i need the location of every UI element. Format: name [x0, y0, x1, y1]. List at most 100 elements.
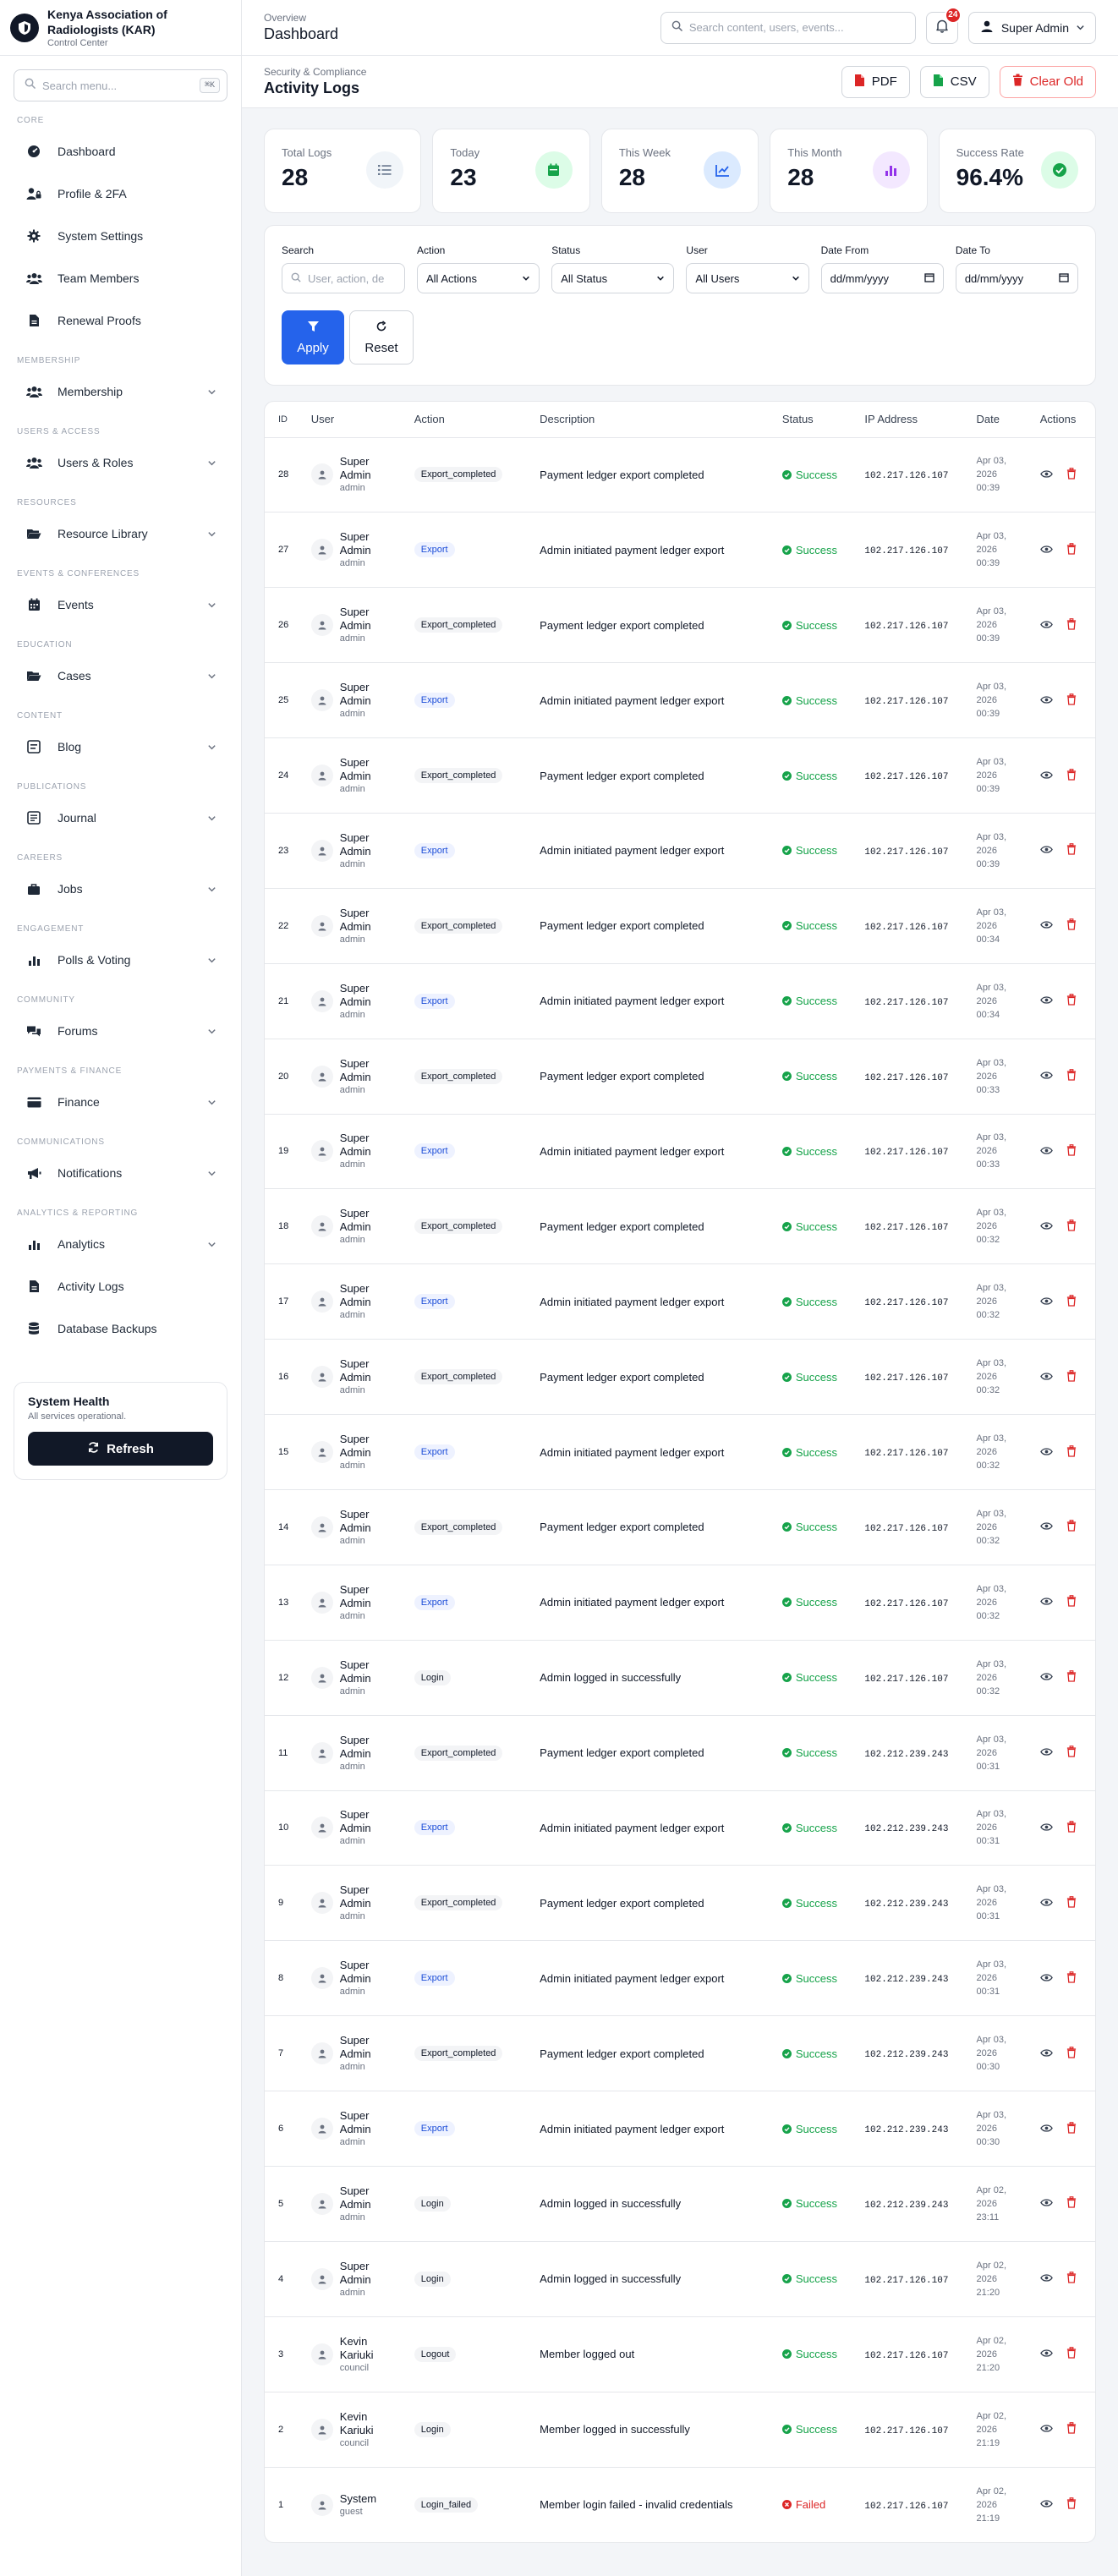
- table-row[interactable]: 14 Super Admin admin Export_completed Paymen…: [265, 1489, 1095, 1565]
- sidebar-item-blog[interactable]: Blog: [14, 727, 227, 766]
- reset-filters-button[interactable]: Reset: [349, 310, 414, 364]
- table-row[interactable]: 24 Super Admin admin Export_completed Paymen…: [265, 737, 1095, 814]
- table-row[interactable]: 6 Super Admin admin Export Admin initiated p…: [265, 2091, 1095, 2167]
- view-eye-icon[interactable]: [1039, 1521, 1053, 1533]
- table-row[interactable]: 1 System guest Login_failed Member login fai…: [265, 2467, 1095, 2542]
- view-eye-icon[interactable]: [1039, 1070, 1053, 1082]
- view-eye-icon[interactable]: [1039, 544, 1053, 556]
- sidebar-item-notifications[interactable]: Notifications: [14, 1154, 227, 1192]
- delete-trash-icon[interactable]: [1066, 1821, 1077, 1835]
- sidebar-item-analytics[interactable]: Analytics: [14, 1225, 227, 1263]
- table-row[interactable]: 28 Super Admin admin Export_completed Paymen…: [265, 437, 1095, 513]
- table-row[interactable]: 12 Super Admin admin Login Admin logged in s…: [265, 1640, 1095, 1716]
- delete-trash-icon[interactable]: [1066, 1896, 1077, 1910]
- table-row[interactable]: 11 Super Admin admin Export_completed Paymen…: [265, 1715, 1095, 1791]
- delete-trash-icon[interactable]: [1066, 2347, 1077, 2361]
- sidebar-item-activity-logs[interactable]: Activity Logs: [14, 1267, 227, 1306]
- export-pdf-button[interactable]: PDF: [841, 65, 910, 98]
- view-eye-icon[interactable]: [1039, 2047, 1053, 2060]
- table-row[interactable]: 23 Super Admin admin Export Admin initiated …: [265, 813, 1095, 889]
- view-eye-icon[interactable]: [1039, 1897, 1053, 1910]
- view-eye-icon[interactable]: [1039, 1746, 1053, 1759]
- view-eye-icon[interactable]: [1039, 694, 1053, 707]
- filter-user-select[interactable]: All Users: [686, 263, 809, 293]
- filter-status-select[interactable]: All Status: [551, 263, 675, 293]
- delete-trash-icon[interactable]: [1066, 2196, 1077, 2211]
- view-eye-icon[interactable]: [1039, 1220, 1053, 1233]
- table-row[interactable]: 21 Super Admin admin Export Admin initiated …: [265, 963, 1095, 1039]
- export-csv-button[interactable]: CSV: [919, 65, 989, 98]
- table-row[interactable]: 5 Super Admin admin Login Admin logged in su…: [265, 2166, 1095, 2242]
- view-eye-icon[interactable]: [1039, 1596, 1053, 1609]
- view-eye-icon[interactable]: [1039, 2348, 1053, 2360]
- table-row[interactable]: 26 Super Admin admin Export_completed Paymen…: [265, 587, 1095, 664]
- sidebar-item-resource-library[interactable]: Resource Library: [14, 514, 227, 553]
- sidebar-item-journal[interactable]: Journal: [14, 798, 227, 837]
- delete-trash-icon[interactable]: [1066, 1069, 1077, 1083]
- sidebar-item-forums[interactable]: Forums: [14, 1011, 227, 1050]
- table-row[interactable]: 13 Super Admin admin Export Admin initiated …: [265, 1565, 1095, 1641]
- view-eye-icon[interactable]: [1039, 1145, 1053, 1158]
- delete-trash-icon[interactable]: [1066, 1369, 1077, 1384]
- view-eye-icon[interactable]: [1039, 469, 1053, 481]
- view-eye-icon[interactable]: [1039, 995, 1053, 1007]
- sidebar-search-input[interactable]: [42, 79, 193, 92]
- filter-date-from-input[interactable]: dd/mm/yyyy: [820, 263, 944, 293]
- view-eye-icon[interactable]: [1039, 2498, 1053, 2511]
- sidebar-item-events[interactable]: Events: [14, 585, 227, 624]
- apply-filters-button[interactable]: Apply: [282, 310, 344, 364]
- sidebar-item-jobs[interactable]: Jobs: [14, 869, 227, 908]
- sidebar-item-users-and-roles[interactable]: Users & Roles: [14, 443, 227, 482]
- view-eye-icon[interactable]: [1039, 2423, 1053, 2436]
- sidebar-item-cases[interactable]: Cases: [14, 656, 227, 695]
- delete-trash-icon[interactable]: [1066, 2121, 1077, 2136]
- view-eye-icon[interactable]: [1039, 1822, 1053, 1834]
- delete-trash-icon[interactable]: [1066, 1670, 1077, 1685]
- delete-trash-icon[interactable]: [1066, 1294, 1077, 1309]
- sidebar-item-system-settings[interactable]: System Settings: [14, 216, 227, 255]
- delete-trash-icon[interactable]: [1066, 1219, 1077, 1234]
- delete-trash-icon[interactable]: [1066, 2272, 1077, 2286]
- view-eye-icon[interactable]: [1039, 2123, 1053, 2135]
- delete-trash-icon[interactable]: [1066, 2497, 1077, 2512]
- user-menu-button[interactable]: Super Admin: [967, 11, 1096, 44]
- table-row[interactable]: 9 Super Admin admin Export_completed Payment…: [265, 1865, 1095, 1942]
- view-eye-icon[interactable]: [1039, 1446, 1053, 1459]
- view-eye-icon[interactable]: [1039, 919, 1053, 932]
- view-eye-icon[interactable]: [1039, 1671, 1053, 1684]
- brand[interactable]: Kenya Association of Radiologists (KAR) …: [0, 0, 241, 56]
- table-row[interactable]: 10 Super Admin admin Export Admin initiated …: [265, 1790, 1095, 1866]
- table-row[interactable]: 3 Kevin Kariuki council Logout Member logged…: [265, 2316, 1095, 2392]
- delete-trash-icon[interactable]: [1066, 2422, 1077, 2436]
- notifications-button[interactable]: 24: [925, 6, 962, 44]
- table-row[interactable]: 25 Super Admin admin Export Admin initiated …: [265, 662, 1095, 739]
- table-row[interactable]: 2 Kevin Kariuki council Login Member logged …: [265, 2392, 1095, 2468]
- delete-trash-icon[interactable]: [1066, 1444, 1077, 1460]
- view-eye-icon[interactable]: [1039, 1972, 1053, 1985]
- delete-trash-icon[interactable]: [1066, 2046, 1077, 2061]
- table-row[interactable]: 8 Super Admin admin Export Admin initiated p…: [265, 1940, 1095, 2017]
- view-eye-icon[interactable]: [1039, 844, 1053, 857]
- delete-trash-icon[interactable]: [1066, 843, 1077, 858]
- sidebar-item-database-backups[interactable]: Database Backups: [14, 1309, 227, 1348]
- delete-trash-icon[interactable]: [1066, 1746, 1077, 1760]
- table-row[interactable]: 22 Super Admin admin Export_completed Paymen…: [265, 888, 1095, 964]
- delete-trash-icon[interactable]: [1066, 1595, 1077, 1609]
- delete-trash-icon[interactable]: [1066, 918, 1077, 933]
- clear-old-button[interactable]: Clear Old: [999, 65, 1096, 98]
- table-row[interactable]: 4 Super Admin admin Login Admin logged in su…: [265, 2241, 1095, 2317]
- sidebar-item-finance[interactable]: Finance: [14, 1082, 227, 1121]
- sidebar-item-dashboard[interactable]: Dashboard: [14, 132, 227, 171]
- sidebar-item-team-members[interactable]: Team Members: [14, 259, 227, 298]
- table-row[interactable]: 17 Super Admin admin Export Admin initiated …: [265, 1263, 1095, 1340]
- view-eye-icon[interactable]: [1039, 619, 1053, 632]
- view-eye-icon[interactable]: [1039, 1371, 1053, 1384]
- table-row[interactable]: 27 Super Admin admin Export Admin initiated …: [265, 512, 1095, 589]
- delete-trash-icon[interactable]: [1066, 468, 1077, 482]
- table-row[interactable]: 20 Super Admin admin Export_completed Paymen…: [265, 1039, 1095, 1115]
- sidebar-item-profile-and-2fa[interactable]: Profile & 2FA: [14, 174, 227, 213]
- sidebar-item-membership[interactable]: Membership: [14, 372, 227, 411]
- filter-date-to-input[interactable]: dd/mm/yyyy: [955, 263, 1079, 293]
- table-row[interactable]: 19 Super Admin admin Export Admin initiated …: [265, 1114, 1095, 1190]
- delete-trash-icon[interactable]: [1066, 1520, 1077, 1534]
